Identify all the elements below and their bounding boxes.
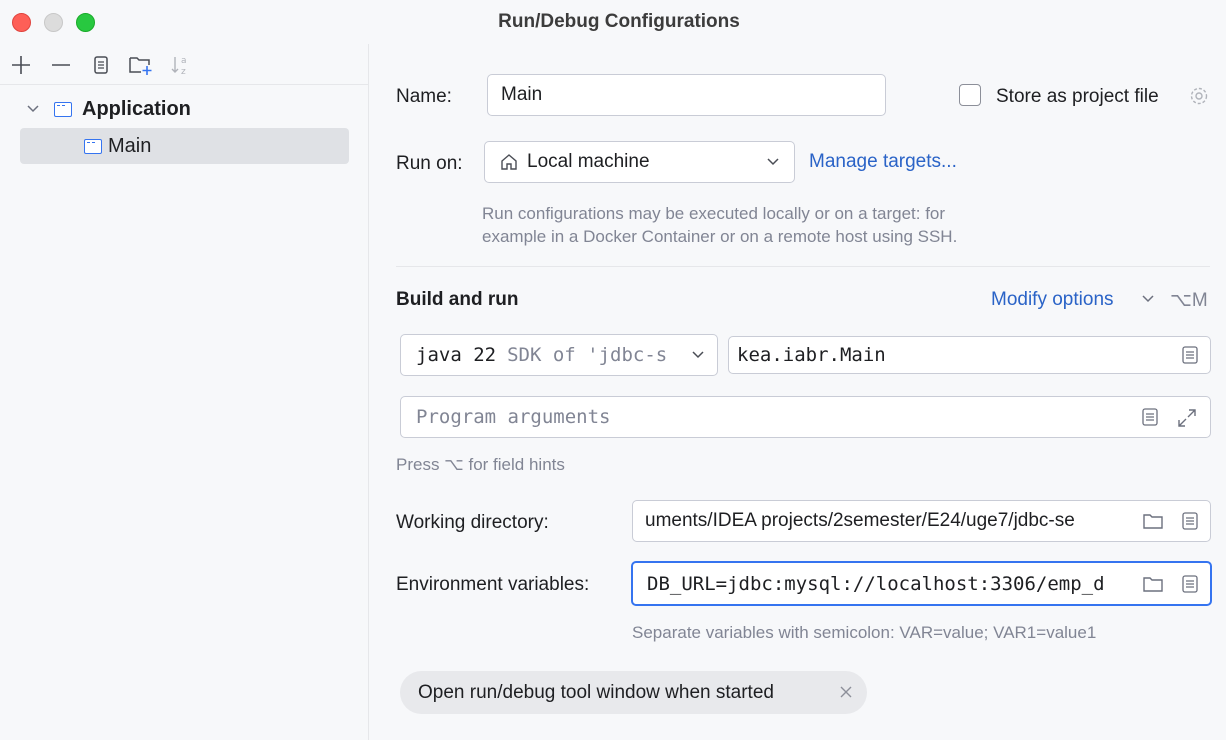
home-icon — [499, 152, 519, 172]
svg-text:a: a — [181, 56, 187, 66]
name-label: Name: — [396, 86, 452, 107]
tree-item-main[interactable]: Main — [20, 128, 349, 164]
name-field[interactable]: Main — [487, 74, 886, 116]
tree-group-label: Application — [82, 97, 191, 120]
environment-variables-field[interactable]: DB_URL=jdbc:mysql://localhost:3306/emp_d — [631, 561, 1212, 606]
store-as-project-checkbox[interactable] — [959, 84, 981, 106]
svg-text:z: z — [181, 67, 186, 77]
run-on-value: Local machine — [527, 151, 650, 172]
expand-text-icon[interactable] — [1180, 345, 1200, 365]
tree-item-label: Main — [108, 134, 152, 157]
sidebar-toolbar: az — [0, 44, 368, 85]
working-directory-label: Working directory: — [396, 512, 549, 533]
configurations-sidebar: az Application Main — [0, 44, 369, 740]
folder-icon[interactable] — [1136, 574, 1164, 594]
environment-variables-value: DB_URL=jdbc:mysql://localhost:3306/emp_d — [647, 572, 1105, 595]
program-arguments-placeholder: Program arguments — [416, 406, 611, 428]
sdk-select[interactable]: java 22 SDK of 'jdbc-s — [400, 334, 718, 376]
run-on-hint-line-1: Run configurations may be executed local… — [482, 204, 946, 223]
modify-options-shortcut: ⌥M — [1170, 290, 1208, 311]
working-directory-field[interactable]: uments/IDEA projects/2semester/E24/uge7/… — [632, 500, 1211, 542]
program-arguments-field[interactable]: Program arguments — [400, 396, 1211, 438]
gear-icon[interactable] — [1187, 84, 1211, 108]
build-and-run-title: Build and run — [396, 289, 519, 310]
chevron-down-icon[interactable] — [20, 102, 46, 116]
sort-alphabetically-icon[interactable]: az — [168, 52, 194, 78]
run-on-label: Run on: — [396, 153, 463, 174]
close-icon[interactable] — [839, 685, 853, 699]
application-icon — [84, 138, 102, 154]
add-icon[interactable] — [8, 52, 34, 78]
remove-icon[interactable] — [48, 52, 74, 78]
sdk-detail: SDK of 'jdbc-s — [507, 344, 668, 366]
environment-variables-hint: Separate variables with semicolon: VAR=v… — [632, 623, 1097, 642]
copy-icon[interactable] — [88, 52, 114, 78]
run-on-hint-line-2: example in a Docker Container or on a re… — [482, 227, 958, 246]
expand-text-icon[interactable] — [1180, 574, 1200, 594]
option-chip-label: Open run/debug tool window when started — [418, 681, 774, 703]
expand-text-icon[interactable] — [1180, 511, 1200, 531]
name-field-value: Main — [501, 84, 543, 105]
main-class-field[interactable]: kea.iabr.Main — [728, 336, 1211, 374]
new-folder-icon[interactable] — [128, 52, 154, 78]
field-hints-text: Press ⌥ for field hints — [396, 455, 565, 474]
window-title: Run/Debug Configurations — [498, 11, 740, 32]
working-directory-value: uments/IDEA projects/2semester/E24/uge7/… — [645, 510, 1075, 531]
chevron-down-icon — [687, 348, 705, 362]
chevron-down-icon[interactable] — [1141, 292, 1155, 306]
modify-options-link[interactable]: Modify options — [991, 289, 1114, 311]
application-icon — [54, 101, 72, 117]
chevron-down-icon — [766, 155, 780, 169]
title-bar: Run/Debug Configurations — [0, 0, 1226, 44]
section-divider — [396, 266, 1210, 267]
manage-targets-link[interactable]: Manage targets... — [809, 151, 957, 173]
tree-group-application[interactable]: Application — [20, 91, 350, 127]
store-as-project-label: Store as project file — [996, 86, 1159, 107]
environment-variables-label: Environment variables: — [396, 574, 590, 595]
folder-icon[interactable] — [1136, 511, 1164, 531]
sdk-value: java 22 — [416, 344, 497, 366]
run-on-select[interactable]: Local machine — [484, 141, 795, 183]
maximize-icon[interactable] — [1176, 407, 1198, 429]
expand-text-icon[interactable] — [1140, 407, 1160, 427]
option-chip-open-tool-window: Open run/debug tool window when started — [400, 671, 867, 714]
main-class-value: kea.iabr.Main — [737, 344, 886, 366]
